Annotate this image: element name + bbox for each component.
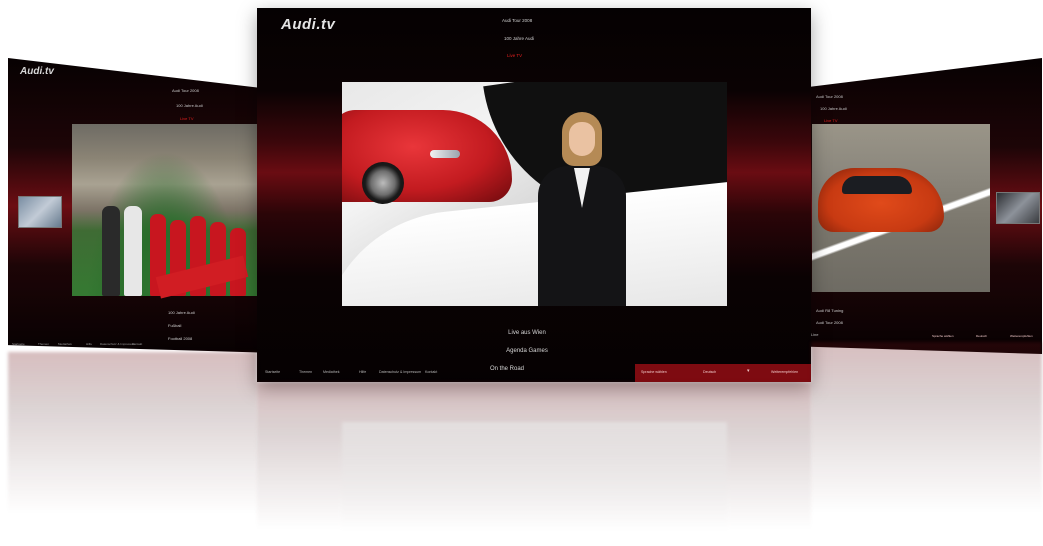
left-panel-logo: Audi.tv bbox=[20, 66, 54, 77]
left-menu-item-tour[interactable]: Audi Tour 2008 bbox=[172, 88, 199, 93]
left-nav-item[interactable]: Kontakt bbox=[132, 342, 142, 346]
left-caption-3[interactable]: Football 2008 bbox=[168, 336, 192, 341]
left-nav-item[interactable]: Themen bbox=[38, 342, 49, 346]
language-select[interactable]: Deutsch bbox=[703, 370, 716, 374]
right-nav-item[interactable]: Weiterempfehlen bbox=[1010, 334, 1033, 338]
nav-item-help[interactable]: Hilfe bbox=[359, 370, 366, 374]
right-menu-item-tour[interactable]: Audi Tour 2008 bbox=[816, 94, 843, 99]
language-bar: Sprache wählen Deutsch ▾ Weiterempfehlen bbox=[635, 364, 811, 382]
right-caption-1[interactable]: Audi R8 Tuning bbox=[816, 308, 843, 313]
video-reflection bbox=[342, 422, 727, 532]
orange-car bbox=[818, 168, 944, 232]
stage: Audi.tv Audi Tour 2008 100 Jahre Audi Li… bbox=[0, 0, 1043, 546]
presenter bbox=[532, 112, 632, 306]
language-label: Sprache wählen bbox=[641, 370, 667, 374]
nav-item-privacy[interactable]: Datenschutz & Impressum bbox=[379, 370, 421, 374]
left-menu-item-live[interactable]: Live TV bbox=[180, 116, 194, 121]
left-panel-photo[interactable] bbox=[72, 124, 258, 299]
right-menu-item-live[interactable]: Live TV bbox=[824, 118, 838, 123]
caption-road[interactable]: On the Road bbox=[490, 366, 524, 372]
right-panel-thumbnail[interactable] bbox=[996, 192, 1040, 224]
nav-item-media[interactable]: Mediathek bbox=[323, 370, 340, 374]
car-wheel bbox=[362, 162, 404, 204]
main-panel-reflection bbox=[257, 382, 811, 546]
left-caption-1[interactable]: 100 Jahre Audi bbox=[168, 310, 195, 315]
video-player[interactable] bbox=[342, 82, 727, 306]
left-nav-item[interactable]: Hilfe bbox=[86, 342, 92, 346]
player-figure bbox=[102, 206, 120, 296]
left-nav-item[interactable]: Startseite bbox=[12, 342, 25, 346]
left-panel-thumbnail[interactable] bbox=[18, 196, 62, 228]
nav-item-start[interactable]: Startseite bbox=[265, 370, 280, 374]
menu-item-100[interactable]: 100 Jahre Audi bbox=[504, 36, 534, 41]
left-menu-item-100[interactable]: 100 Jahre Audi bbox=[176, 103, 203, 108]
red-car bbox=[342, 110, 512, 204]
right-caption-2[interactable]: Audi Tour 2008 bbox=[816, 320, 843, 325]
presenter-face bbox=[569, 122, 595, 156]
chevron-down-icon[interactable]: ▾ bbox=[747, 368, 750, 374]
audi-tv-logo[interactable]: Audi.tv bbox=[281, 16, 335, 33]
main-panel: Audi.tv Audi Tour 2008 100 Jahre Audi Li… bbox=[257, 8, 811, 382]
menu-item-tour[interactable]: Audi Tour 2008 bbox=[502, 18, 532, 23]
menu-item-live[interactable]: Live TV bbox=[507, 53, 522, 58]
nav-item-contact[interactable]: Kontakt bbox=[425, 370, 437, 374]
car-headlight bbox=[430, 150, 460, 158]
caption-live[interactable]: Live aus Wien bbox=[508, 330, 546, 336]
right-nav-item[interactable]: Deutsch bbox=[976, 334, 987, 338]
player-figure bbox=[124, 206, 142, 296]
caption-agenda[interactable]: Agenda Games bbox=[506, 348, 548, 354]
right-panel-reflection bbox=[811, 342, 1042, 532]
left-panel-reflection bbox=[8, 352, 257, 532]
left-caption-2[interactable]: Fußball bbox=[168, 323, 181, 328]
nav-item-themes[interactable]: Themen bbox=[299, 370, 312, 374]
right-panel-photo[interactable] bbox=[812, 124, 990, 292]
left-nav-item[interactable]: Mediathek bbox=[58, 342, 72, 346]
right-nav-item[interactable]: Sprache wählen bbox=[932, 334, 954, 338]
right-menu-item-100[interactable]: 100 Jahre Audi bbox=[820, 106, 847, 111]
left-nav-item[interactable]: Datenschutz & Impressum bbox=[100, 342, 135, 346]
share-link[interactable]: Weiterempfehlen bbox=[771, 370, 798, 374]
